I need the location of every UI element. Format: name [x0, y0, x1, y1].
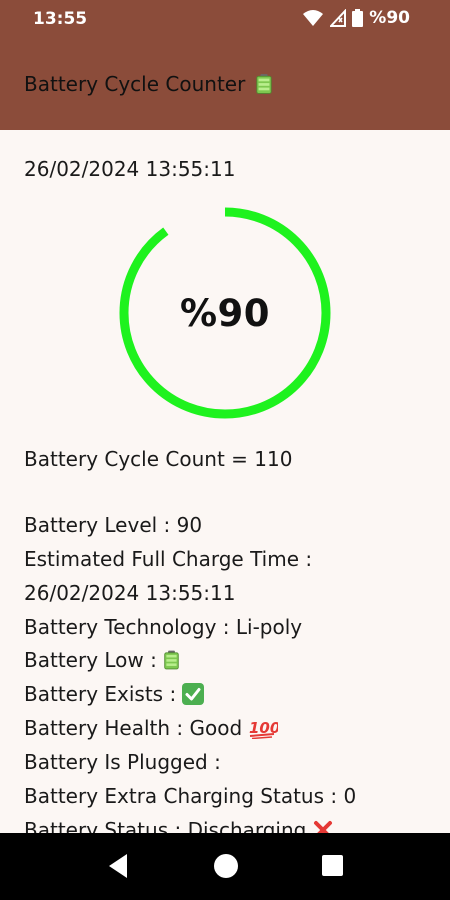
cross-mark-icon	[314, 821, 333, 833]
battery-low: Battery Low :	[24, 648, 157, 672]
battery-technology: Battery Technology : Li-poly	[24, 615, 303, 639]
hundred-points-icon: 100	[249, 719, 278, 739]
main-content: 26/02/2024 13:55:11 %90 Battery Cycle Co…	[0, 130, 450, 833]
wifi-icon	[303, 10, 324, 26]
battery-health: Battery Health : Good	[24, 716, 243, 740]
battery-level: Battery Level : 90	[24, 513, 203, 537]
recents-icon[interactable]	[322, 855, 343, 876]
battery-icon	[352, 9, 364, 27]
app-title-text: Battery Cycle Counter	[24, 72, 246, 96]
battery-health-row: Battery Health : Good 100	[24, 716, 278, 740]
est-full-charge-value: 26/02/2024 13:55:11	[24, 581, 236, 605]
battery-low-row: Battery Low :	[24, 648, 180, 672]
home-icon[interactable]	[213, 853, 239, 879]
battery-exists-row: Battery Exists :	[24, 682, 205, 706]
status-battery-percent: %90	[369, 8, 410, 28]
app-bar: Battery Cycle Counter	[0, 40, 450, 130]
back-icon[interactable]	[107, 853, 129, 879]
battery-status-row: Battery Status : Discharging	[24, 818, 334, 833]
battery-emoji-icon	[256, 74, 272, 94]
battery-emoji-icon	[164, 650, 179, 670]
status-icons: %90	[302, 8, 410, 28]
navigation-bar	[0, 833, 450, 900]
battery-plugged: Battery Is Plugged :	[24, 750, 221, 774]
gauge-label: %90	[179, 291, 271, 335]
signal-icon	[330, 9, 347, 27]
check-mark-icon	[182, 683, 205, 705]
battery-extra-status: Battery Extra Charging Status : 0	[24, 784, 357, 808]
app-title: Battery Cycle Counter	[24, 72, 273, 96]
battery-gauge: %90	[117, 205, 333, 421]
current-datetime: 26/02/2024 13:55:11	[24, 157, 236, 181]
battery-exists: Battery Exists :	[24, 682, 177, 706]
battery-status: Battery Status : Discharging	[24, 818, 307, 833]
status-time: 13:55	[33, 9, 88, 29]
cycle-count: Battery Cycle Count = 110	[24, 447, 293, 471]
est-full-charge-label: Estimated Full Charge Time :	[24, 547, 313, 571]
status-bar: 13:55 %90	[0, 0, 450, 40]
